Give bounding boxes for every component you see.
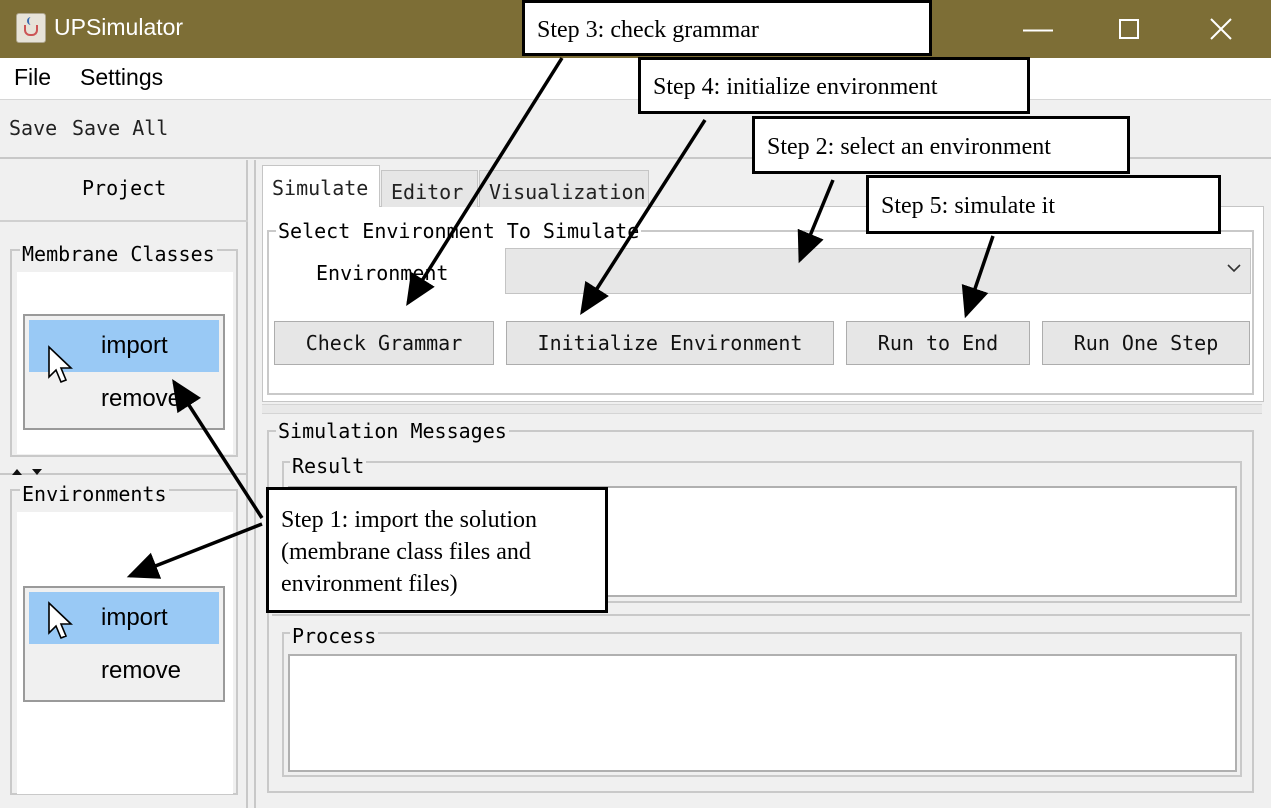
callout-step4: Step 4: initialize environment [638,57,1030,114]
process-textarea[interactable] [288,654,1237,772]
menu-bar [0,58,1271,100]
project-label: Project [82,176,167,200]
membrane-classes-remove-item[interactable]: remove [101,385,181,413]
window-title: UPSimulator [54,14,184,40]
check-grammar-button[interactable]: Check Grammar [274,321,494,365]
tab-simulate[interactable]: Simulate [262,165,380,207]
minimize-button[interactable]: — [992,0,1084,58]
tab-visualization[interactable]: Visualization [479,170,649,207]
save-all-button[interactable]: Save All [72,116,168,140]
tab-editor[interactable]: Editor [381,170,478,207]
menu-settings[interactable]: Settings [80,64,163,91]
maximize-button[interactable] [1083,0,1175,58]
initialize-environment-button[interactable]: Initialize Environment [506,321,834,365]
environments-title: Environments [20,482,169,506]
panel-divider[interactable] [262,404,1262,414]
select-environment-title: Select Environment To Simulate [276,219,642,243]
close-button[interactable] [1175,0,1267,58]
simulation-messages-title: Simulation Messages [276,419,509,443]
callout-step3: Step 3: check grammar [522,0,932,56]
close-icon [1210,18,1232,40]
callout-step2: Step 2: select an environment [752,116,1130,174]
environment-select[interactable] [505,248,1251,294]
chevron-down-icon[interactable] [1224,258,1244,278]
callout-step5: Step 5: simulate it [866,175,1221,234]
maximize-icon [1119,19,1139,39]
split-arrows-icon[interactable] [10,467,46,477]
process-title: Process [290,624,379,648]
environment-label: Environment [316,261,449,285]
mouse-cursor-icon [48,601,73,640]
tab-editor-label: Editor [391,180,464,204]
tab-simulate-label: Simulate [272,176,369,200]
save-button[interactable]: Save [9,116,57,140]
menu-file[interactable]: File [14,64,51,91]
membrane-classes-title: Membrane Classes [20,242,217,266]
environments-remove-item[interactable]: remove [101,657,181,685]
run-to-end-button[interactable]: Run to End [846,321,1030,365]
environments-import-label: import [101,604,168,631]
java-app-icon [16,13,46,43]
result-title: Result [290,454,367,478]
run-one-step-button[interactable]: Run One Step [1042,321,1250,365]
tab-visualization-label: Visualization [489,180,646,204]
callout-step1: Step 1: import the solution (membrane cl… [266,487,608,613]
membrane-classes-import-label: import [101,332,168,359]
divider [272,614,1250,616]
mouse-cursor-icon [48,345,73,384]
